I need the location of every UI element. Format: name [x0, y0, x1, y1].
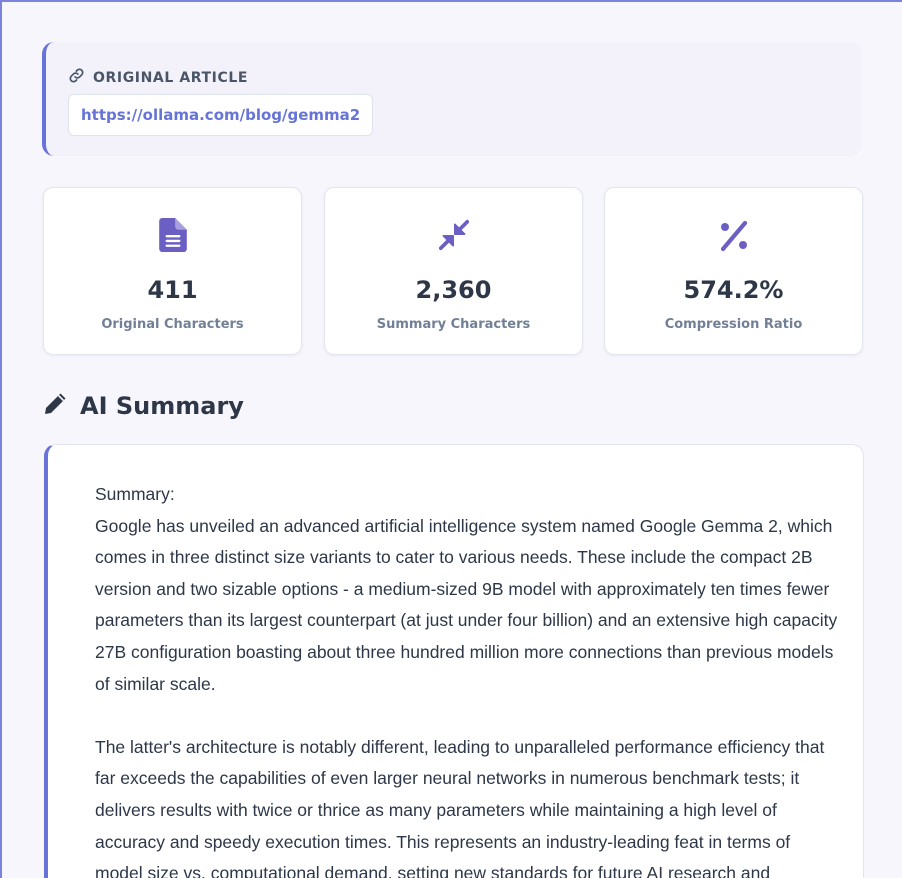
- section-title: AI Summary: [80, 392, 244, 420]
- original-article-header: ORIGINAL ARTICLE: [68, 67, 248, 88]
- stat-label: Original Characters: [101, 317, 244, 332]
- stat-card-original-characters: 411 Original Characters: [43, 187, 302, 355]
- link-icon: [68, 67, 85, 88]
- stats-row: 411 Original Characters 2,360 Summary Ch…: [43, 187, 864, 356]
- stat-card-compression-ratio: 574.2% Compression Ratio: [604, 187, 863, 355]
- compress-icon: [325, 218, 582, 252]
- page: ORIGINAL ARTICLE https://ollama.com/blog…: [0, 0, 902, 878]
- stat-value: 2,360: [415, 276, 492, 304]
- stat-value: 574.2%: [683, 276, 784, 304]
- original-article-label: ORIGINAL ARTICLE: [93, 69, 249, 86]
- summary-text: Summary: Google has unveiled an advanced…: [95, 484, 838, 878]
- stat-card-summary-characters: 2,360 Summary Characters: [324, 187, 583, 355]
- pencil-icon: [42, 391, 68, 421]
- percent-icon: [605, 218, 862, 252]
- summary-card: Summary: Google has unveiled an advanced…: [44, 444, 864, 878]
- stat-label: Compression Ratio: [664, 317, 803, 332]
- original-article-link[interactable]: https://ollama.com/blog/gemma2: [68, 94, 374, 136]
- document-icon: [44, 218, 301, 252]
- stat-label: Summary Characters: [376, 317, 531, 332]
- original-article-card: ORIGINAL ARTICLE https://ollama.com/blog…: [42, 42, 862, 156]
- ai-summary-heading: AI Summary: [42, 391, 244, 421]
- stat-value: 411: [147, 276, 198, 304]
